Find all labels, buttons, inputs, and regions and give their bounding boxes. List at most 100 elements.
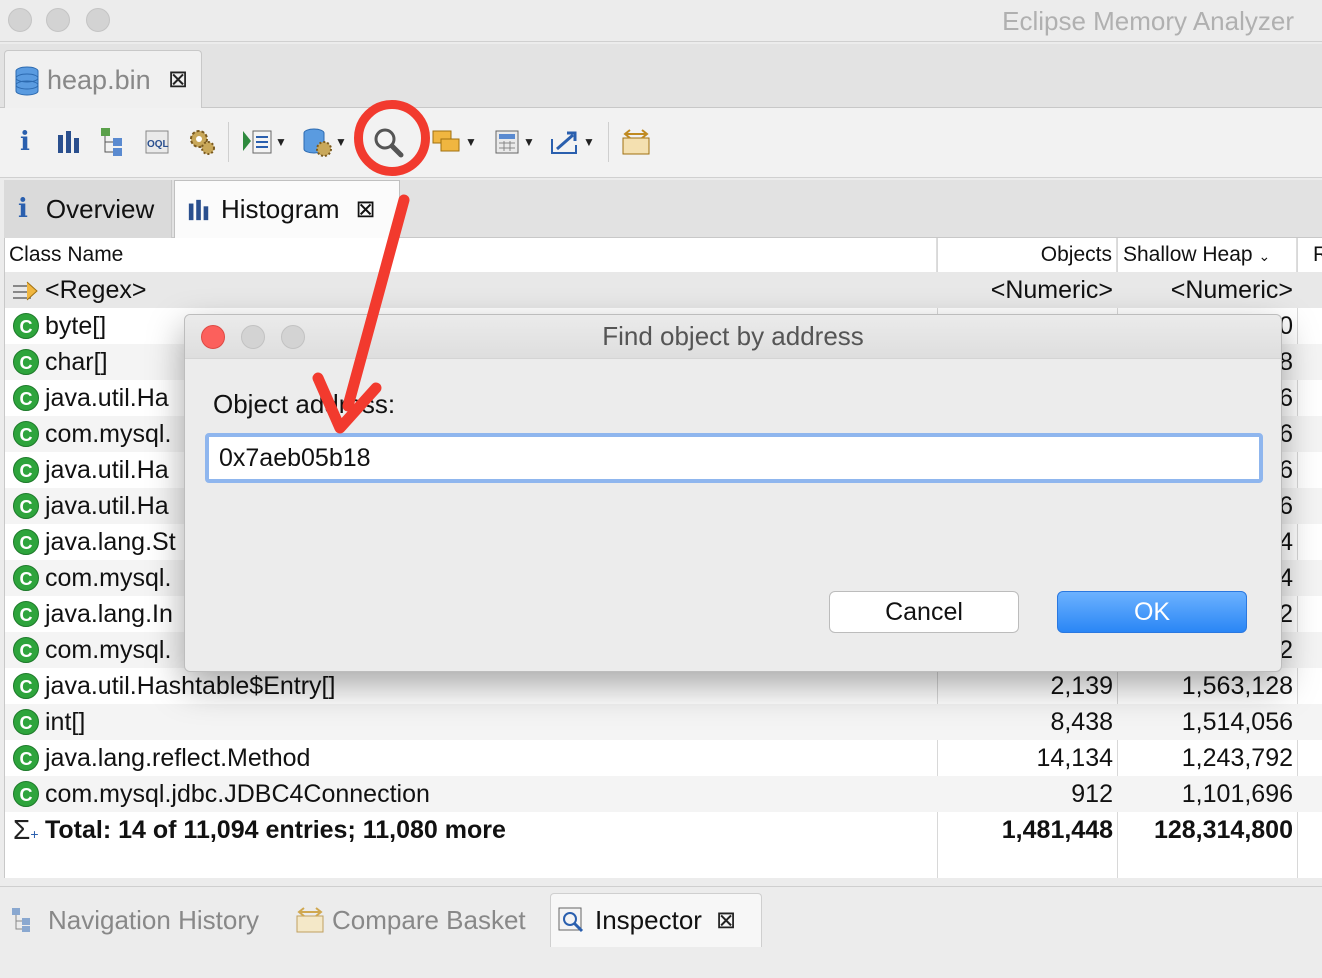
- tab-navigation-history[interactable]: Navigation History: [6, 893, 282, 947]
- minimize-window-button[interactable]: [46, 8, 70, 32]
- info-icon: i: [18, 194, 28, 224]
- filter-icon: [13, 281, 38, 301]
- row-class-name: java.lang.reflect.Method: [45, 744, 311, 772]
- row-class-name: char[]: [45, 348, 108, 376]
- table-row[interactable]: Ccom.mysql.jdbc.JDBC4Connection 912 1,101,…: [5, 776, 1322, 812]
- annotation-circle: [354, 100, 430, 176]
- filter-row[interactable]: <Regex> <Numeric> <Numeric>: [5, 272, 1322, 308]
- chevron-down-icon[interactable]: ▼: [335, 135, 347, 149]
- class-icon: C: [13, 709, 39, 735]
- dialog-title: Find object by address: [602, 321, 864, 351]
- object-address-input[interactable]: [205, 433, 1263, 483]
- row-class-name: java.util.Ha: [45, 384, 169, 412]
- column-header-shallow-heap[interactable]: Shallow Heap ⌄: [1117, 238, 1297, 272]
- calculator-icon[interactable]: ▼: [488, 124, 540, 160]
- tab-compare-basket[interactable]: Compare Basket: [290, 893, 546, 947]
- compare-icon[interactable]: [618, 124, 654, 160]
- row-objects: 8,438: [1050, 708, 1113, 736]
- total-label: Total: 14 of 11,094 entries; 11,080 more: [45, 816, 506, 844]
- row-class-name: byte[]: [45, 312, 107, 340]
- chevron-down-icon: ⌄: [1258, 248, 1271, 264]
- find-object-dialog: Find object by address Object address: C…: [184, 314, 1282, 672]
- tab-inspector-label: Inspector: [595, 905, 702, 935]
- class-icon: C: [13, 421, 39, 447]
- database-icon: [15, 66, 39, 96]
- column-header-retained[interactable]: R: [1313, 238, 1322, 272]
- row-shallow-heap: 1,101,696: [1181, 780, 1293, 808]
- total-row[interactable]: Σ+ Total: 14 of 11,094 entries; 11,080 m…: [5, 812, 1322, 848]
- tab-inspector[interactable]: Inspector ⊠: [550, 893, 762, 947]
- histogram-icon[interactable]: [54, 124, 84, 160]
- table-row[interactable]: Cjava.util.Hashtable$Entry[] 2,139 1,563,1…: [5, 668, 1322, 704]
- window-titlebar: Eclipse Memory Analyzer: [0, 0, 1322, 42]
- zoom-window-button[interactable]: [86, 8, 110, 32]
- heap-dump-overview-icon[interactable]: ▼: [298, 124, 350, 160]
- class-icon: C: [13, 349, 39, 375]
- tab-overview-label: Overview: [45, 193, 155, 224]
- sum-icon: Σ+: [13, 814, 39, 845]
- row-class-name: java.util.Ha: [45, 492, 169, 520]
- dominator-tree-icon[interactable]: [98, 124, 130, 160]
- filter-class-name[interactable]: <Regex>: [45, 272, 146, 308]
- bottom-view-tabs: Navigation History Compare Basket Inspec…: [0, 886, 1322, 978]
- export-icon[interactable]: ▼: [546, 124, 598, 160]
- cancel-button[interactable]: Cancel: [829, 591, 1019, 633]
- row-objects: 14,134: [1036, 744, 1113, 772]
- table-row[interactable]: Cjava.lang.reflect.Method 14,134 1,243,792: [5, 740, 1322, 776]
- svg-text:OQL: OQL: [147, 139, 169, 150]
- column-header-class-name[interactable]: Class Name: [5, 238, 937, 272]
- row-class-name: com.mysql.jdbc.JDBC4Connection: [45, 780, 430, 808]
- tab-histogram-label: Histogram: [221, 194, 340, 224]
- row-class-name: com.mysql.: [45, 420, 172, 448]
- row-class-name: java.util.Hashtable$Entry[]: [45, 672, 336, 700]
- query-browser-icon[interactable]: ▼: [238, 124, 290, 160]
- object-address-label: Object address:: [213, 389, 396, 419]
- class-icon: C: [13, 745, 39, 771]
- column-header-objects[interactable]: Objects: [937, 238, 1117, 272]
- close-icon[interactable]: ⊠: [716, 906, 736, 935]
- table-row[interactable]: Cint[] 8,438 1,514,056: [5, 704, 1322, 740]
- class-icon: C: [13, 565, 39, 591]
- tab-overview[interactable]: i Overview: [4, 180, 172, 238]
- class-icon: C: [13, 493, 39, 519]
- close-icon[interactable]: ⊠: [355, 195, 375, 224]
- inspector-icon: [558, 907, 584, 932]
- tab-histogram[interactable]: Histogram ⊠: [174, 180, 400, 238]
- ok-button[interactable]: OK: [1057, 591, 1247, 633]
- chevron-down-icon[interactable]: ▼: [275, 135, 287, 149]
- total-shallow-heap: 128,314,800: [1153, 816, 1293, 844]
- compare-basket-icon: [296, 907, 324, 933]
- total-objects: 1,481,448: [1001, 816, 1113, 844]
- editor-tab-bar: heap.bin ⊠: [0, 44, 1322, 108]
- gear-icon[interactable]: [186, 124, 218, 160]
- window-title: Eclipse Memory Analyzer: [1002, 6, 1294, 36]
- row-shallow-heap: 1,563,128: [1181, 672, 1293, 700]
- oql-icon[interactable]: OQL: [142, 124, 172, 160]
- histogram-icon: [188, 199, 209, 220]
- class-icon: C: [13, 637, 39, 663]
- row-class-name: com.mysql.: [45, 636, 172, 664]
- chevron-down-icon[interactable]: ▼: [583, 135, 595, 149]
- filter-objects[interactable]: <Numeric>: [939, 272, 1113, 308]
- close-window-button[interactable]: [8, 8, 32, 32]
- row-objects: 2,139: [1050, 672, 1113, 700]
- result-tab-bar: i Overview Histogram ⊠: [4, 180, 1322, 238]
- close-icon[interactable]: ⊠: [168, 65, 188, 94]
- filter-shallow-heap[interactable]: <Numeric>: [1119, 272, 1293, 308]
- column-header-shallow-heap-label: Shallow Heap: [1123, 243, 1253, 266]
- info-icon[interactable]: i: [14, 124, 36, 160]
- class-icon: C: [13, 529, 39, 555]
- editor-tab-heap[interactable]: heap.bin ⊠: [4, 50, 202, 108]
- class-icon: C: [13, 385, 39, 411]
- class-icon: C: [13, 457, 39, 483]
- editor-tab-label: heap.bin: [47, 65, 151, 95]
- row-objects: 912: [1071, 780, 1113, 808]
- row-shallow-heap: 1,243,792: [1181, 744, 1293, 772]
- tab-navigation-history-label: Navigation History: [48, 904, 259, 935]
- chevron-down-icon[interactable]: ▼: [465, 135, 477, 149]
- row-class-name: int[]: [45, 708, 86, 736]
- chevron-down-icon[interactable]: ▼: [523, 135, 535, 149]
- toolbar: i OQL ▼ ▼ ▼ ▼ ▼: [0, 108, 1322, 178]
- group-icon[interactable]: ▼: [428, 124, 480, 160]
- class-icon: C: [13, 781, 39, 807]
